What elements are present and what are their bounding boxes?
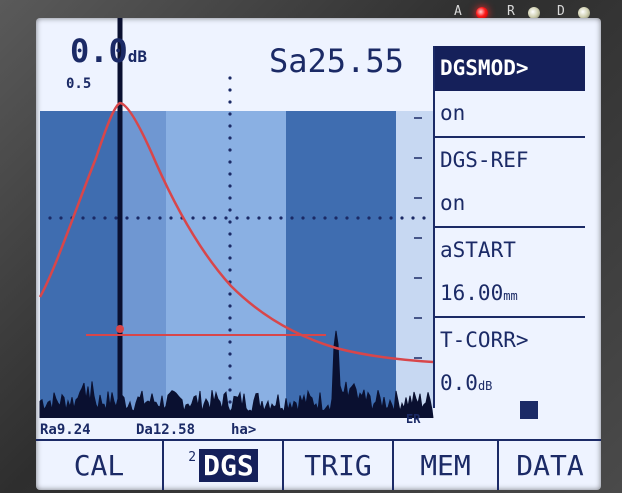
menu-item-dgs-ref[interactable]: DGS-REF [435,136,585,181]
grid-dot [228,76,232,80]
led-label-r: R [507,4,515,19]
grid-dot [228,352,232,356]
grid-dot [301,216,305,220]
grid-dot [228,232,232,236]
softkey-bar: CAL 2 DGS TRIG MEM DATA [36,439,601,490]
menu-value-dgs-ref[interactable]: on [435,181,585,226]
led-label-a: A [454,4,462,19]
grid-dot [400,216,404,220]
grid-dot [158,216,162,220]
grid-dot [125,216,129,220]
grid-dot [356,216,360,220]
grid-dot [334,216,338,220]
grid-dot [114,216,118,220]
grid-dot [228,376,232,380]
zone-mid-left [122,111,166,418]
grid-dot [213,216,217,220]
ra-readout: Ra9.24 [40,422,91,438]
grid-dot [235,216,239,220]
grid-dot [279,216,283,220]
grid-dot [228,256,232,260]
device-housing: A R D 0.0dB 0.5 Sa25.55 DGSMOD> on DGS-R… [0,0,622,493]
grid-dot [228,172,232,176]
grid-dot [246,216,250,220]
grid-dot [228,304,232,308]
zone-dark-left [40,111,122,418]
grid-dot [202,216,206,220]
grid-dot [345,216,349,220]
grid-dot [323,216,327,220]
led-label-d: D [557,4,565,19]
grid-dot [228,340,232,344]
softkey-trig[interactable]: TRIG [284,441,394,490]
softkey-cal[interactable]: CAL [36,441,164,490]
menu-value-astart[interactable]: 16.00mm [435,271,585,316]
side-menu: DGSMOD> on DGS-REF on aSTART 16.00mm T-C… [433,46,587,408]
grid-dot [228,112,232,116]
grid-dot [228,196,232,200]
grid-dot [422,216,426,220]
zone-light [166,111,286,418]
grid-dot [228,184,232,188]
grid-dot [228,328,232,332]
er-indicator: ER [406,412,421,426]
softkey-dgs[interactable]: 2 DGS [164,441,284,490]
ha-readout: ha> [231,422,257,438]
grid-dot [411,216,415,220]
zone-dark-right [286,111,396,418]
gain-readout: 0.0dB [70,32,148,70]
display-screen: 0.0dB 0.5 Sa25.55 DGSMOD> on DGS-REF on … [36,18,601,490]
sa-readout: Sa25.55 [269,42,404,80]
grid-dot [228,124,232,128]
lock-icon [520,401,538,419]
grid-dot [378,216,382,220]
grid-dot [59,216,63,220]
zone-pale [396,111,433,418]
grid-dot [228,148,232,152]
grid-dot [290,216,294,220]
grid-dot [228,268,232,272]
grid-dot [389,216,393,220]
grid-dot [228,136,232,140]
range-readout: 0.5 [66,76,92,92]
menu-item-dgsmod[interactable]: DGSMOD> [435,46,585,91]
grid-dot [228,364,232,368]
da-readout: Da12.58 [136,422,196,438]
grid-dot [228,100,232,104]
grid-dot [312,216,316,220]
grid-dot [228,208,232,212]
grid-dot [169,216,173,220]
grid-dot [48,216,52,220]
grid-dot [228,292,232,296]
grid-dot [228,88,232,92]
grid-dot [103,216,107,220]
grid-dot [257,216,261,220]
menu-value-dgsmod[interactable]: on [435,91,585,136]
menu-item-astart[interactable]: aSTART [435,226,585,271]
grid-dot [228,220,232,224]
grid-dot [268,216,272,220]
grid-dot [228,244,232,248]
grid-dot [228,160,232,164]
grid-dot [92,216,96,220]
menu-item-t-corr[interactable]: T-CORR> [435,316,585,361]
grid-dot [228,388,232,392]
grid-dot [224,216,228,220]
softkey-data[interactable]: DATA [499,441,601,490]
grid-dot [191,216,195,220]
grid-dot [147,216,151,220]
reference-marker [116,325,124,333]
grid-dot [367,216,371,220]
grid-dot [228,316,232,320]
grid-dot [81,216,85,220]
menu-value-t-corr[interactable]: 0.0dB [435,361,585,406]
grid-dot [136,216,140,220]
softkey-mem[interactable]: MEM [394,441,499,490]
grid-dot [228,400,232,404]
